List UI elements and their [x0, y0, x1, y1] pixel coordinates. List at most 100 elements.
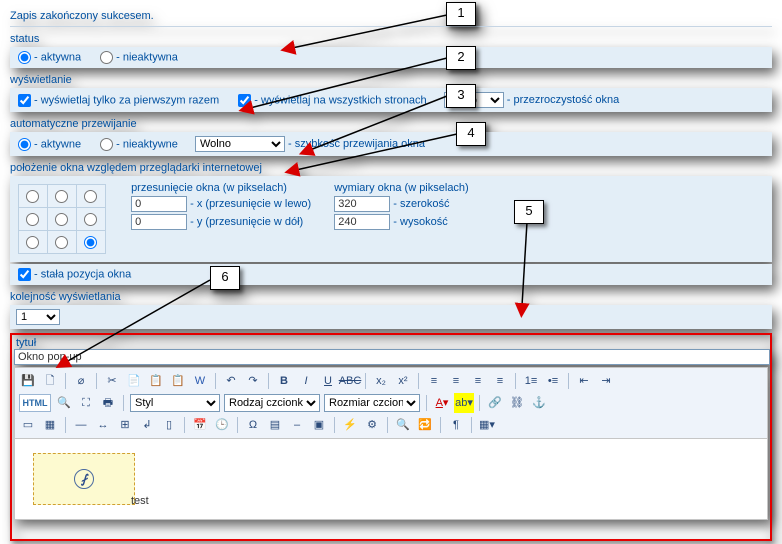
style-select[interactable]: Styl	[130, 394, 220, 412]
layout-icon[interactable]: ▦	[40, 415, 60, 435]
flash-insert-icon[interactable]: ⚡	[340, 415, 360, 435]
save-icon[interactable]: 💾	[18, 371, 38, 391]
order-band: 1	[10, 305, 772, 329]
autoscroll-active-label: - aktywne	[34, 138, 81, 150]
special-char-icon[interactable]: Ω	[243, 415, 263, 435]
image-icon[interactable]: ▤	[265, 415, 285, 435]
status-active-radio[interactable]	[18, 51, 31, 64]
unlink-icon[interactable]: ⛓	[507, 393, 527, 413]
hr-icon[interactable]: —	[71, 415, 91, 435]
underline-icon[interactable]: U	[318, 371, 338, 391]
status-label: status	[10, 33, 772, 45]
fixed-position-checkbox[interactable]	[18, 268, 31, 281]
html-source-button[interactable]: HTML	[19, 394, 51, 412]
redo-icon[interactable]: ↷	[243, 371, 263, 391]
nbsp-icon[interactable]: –	[287, 415, 307, 435]
print-icon[interactable]: 🖶	[98, 393, 118, 413]
display-label: wyświetlanie	[10, 74, 772, 86]
dim-header: wymiary okna (w pikselach)	[334, 182, 468, 194]
clear-icon[interactable]: ⌀	[71, 371, 91, 391]
flash-icon: ⨏	[74, 469, 94, 489]
scroll-speed-select[interactable]: Wolno	[195, 136, 285, 152]
pos-bc-radio[interactable]	[55, 236, 68, 249]
superscript-icon[interactable]: x²	[393, 371, 413, 391]
fixed-band: - stała pozycja okna	[10, 264, 772, 285]
ordered-list-icon[interactable]: 1≡	[521, 371, 541, 391]
display-band: - wyświetlaj tylko za pierwszym razem - …	[10, 88, 772, 112]
offset-y-label: - y (przesunięcie w dół)	[190, 216, 303, 228]
media-icon[interactable]: ▣	[309, 415, 329, 435]
unordered-list-icon[interactable]: •≡	[543, 371, 563, 391]
snap-icon[interactable]: ⊞	[115, 415, 135, 435]
strike-icon[interactable]: ABC	[340, 371, 360, 391]
autoscroll-active-radio[interactable]	[18, 138, 31, 151]
align-right-icon[interactable]: ≡	[468, 371, 488, 391]
copy-icon[interactable]: 📄	[124, 371, 144, 391]
insert-row-icon[interactable]: ▭	[18, 415, 38, 435]
paste-word-icon[interactable]: W	[190, 371, 210, 391]
bold-icon[interactable]: B	[274, 371, 294, 391]
pos-tr-radio[interactable]	[84, 190, 97, 203]
first-time-checkbox[interactable]	[18, 94, 31, 107]
time-icon[interactable]: 🕒	[212, 415, 232, 435]
width-label: - szerokość	[393, 198, 449, 210]
undo-icon[interactable]: ↶	[221, 371, 241, 391]
table-icon[interactable]: ▦▾	[477, 415, 497, 435]
autoscroll-band: - aktywne - nieaktywne Wolno - szybkość …	[10, 132, 772, 156]
autoscroll-label: automatyczne przewijanie	[10, 118, 772, 130]
editor-body[interactable]: ⨏ test	[14, 439, 768, 520]
italic-icon[interactable]: I	[296, 371, 316, 391]
font-select[interactable]: Rodzaj czcionki	[224, 394, 320, 412]
align-left-icon[interactable]: ≡	[424, 371, 444, 391]
align-justify-icon[interactable]: ≡	[490, 371, 510, 391]
paste-text-icon[interactable]: 📋	[168, 371, 188, 391]
outdent-icon[interactable]: ⇤	[574, 371, 594, 391]
align-center-icon[interactable]: ≡	[446, 371, 466, 391]
size-select[interactable]: Rozmiar czcionk	[324, 394, 420, 412]
pilcrow-icon[interactable]: ¶	[446, 415, 466, 435]
offset-y-input[interactable]	[131, 214, 187, 230]
callout-5: 5	[514, 200, 544, 224]
cut-icon[interactable]: ✂	[102, 371, 122, 391]
width-input[interactable]	[334, 196, 390, 212]
attr-icon[interactable]: ⚙	[362, 415, 382, 435]
pos-mc-radio[interactable]	[55, 213, 68, 226]
pos-tc-radio[interactable]	[55, 190, 68, 203]
anchor-icon[interactable]: ⚓	[529, 393, 549, 413]
pos-tl-radio[interactable]	[26, 190, 39, 203]
preview-icon[interactable]: 🔍	[54, 393, 74, 413]
callout-3: 3	[446, 84, 476, 108]
flash-placeholder[interactable]: ⨏	[33, 453, 135, 505]
position-label: położenie okna względem przeglądarki int…	[10, 162, 772, 174]
height-input[interactable]	[334, 214, 390, 230]
pos-br-radio[interactable]	[84, 236, 97, 249]
find-icon[interactable]: 🔍	[393, 415, 413, 435]
callout-1: 1	[446, 2, 476, 26]
first-time-label: - wyświetlaj tylko za pierwszym razem	[34, 94, 219, 106]
fullscreen-icon[interactable]: ⛶	[76, 393, 96, 413]
ruler-icon[interactable]: ↔	[93, 415, 113, 435]
replace-icon[interactable]: 🔁	[415, 415, 435, 435]
all-pages-checkbox[interactable]	[238, 94, 251, 107]
order-label: kolejność wyświetlania	[10, 291, 772, 303]
bgcolor-icon[interactable]: ab▾	[454, 393, 474, 413]
status-inactive-radio[interactable]	[100, 51, 113, 64]
order-select[interactable]: 1	[16, 309, 60, 325]
subscript-icon[interactable]: x₂	[371, 371, 391, 391]
autoscroll-inactive-radio[interactable]	[100, 138, 113, 151]
editor-text: test	[131, 495, 149, 507]
opacity-label: - przezroczystość okna	[507, 94, 619, 106]
guides-icon[interactable]: ▯	[159, 415, 179, 435]
date-icon[interactable]: 📅	[190, 415, 210, 435]
br-icon[interactable]: ↲	[137, 415, 157, 435]
pos-bl-radio[interactable]	[26, 236, 39, 249]
new-icon[interactable]: 🗋	[40, 371, 60, 391]
paste-icon[interactable]: 📋	[146, 371, 166, 391]
title-input[interactable]	[14, 349, 770, 365]
fontcolor-icon[interactable]: A▾	[432, 393, 452, 413]
pos-ml-radio[interactable]	[26, 213, 39, 226]
pos-mr-radio[interactable]	[84, 213, 97, 226]
indent-icon[interactable]: ⇥	[596, 371, 616, 391]
link-icon[interactable]: 🔗	[485, 393, 505, 413]
offset-x-input[interactable]	[131, 196, 187, 212]
